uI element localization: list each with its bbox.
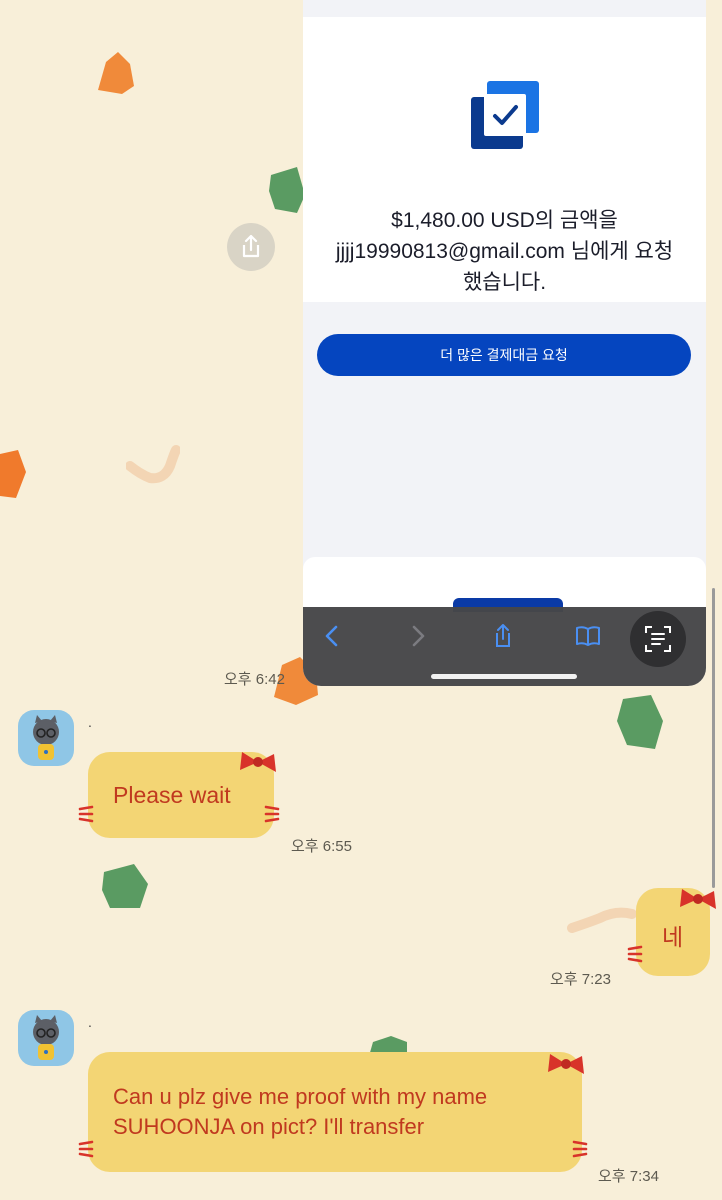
cat-character-icon [33, 1015, 59, 1060]
request-confirmation-card: $1,480.00 USD의 금액을 jjjj19990813@gmail.co… [303, 17, 706, 302]
forward-icon[interactable] [403, 621, 433, 651]
sender-name: . [88, 714, 92, 730]
paw-decoration [264, 805, 280, 823]
message-text-line1: Can u plz give me proof with my name [113, 1084, 488, 1109]
paw-decoration [572, 1140, 588, 1158]
back-icon[interactable] [317, 621, 347, 651]
request-amount-line: $1,480.00 USD의 금액을 [391, 209, 618, 232]
message-text-line2: SUHOONJA on pict? I'll transfer [113, 1114, 425, 1139]
green-blob-decoration [102, 864, 148, 908]
message-time: 오후 7:34 [598, 1168, 659, 1185]
share-icon[interactable] [488, 621, 518, 651]
request-email-line: jjjj19990813@gmail.com 님에게 요청 [335, 240, 674, 263]
green-blob-decoration [617, 695, 663, 749]
browser-toolbar [303, 607, 706, 686]
share-button[interactable] [227, 223, 275, 271]
message-time: 오후 6:42 [224, 671, 285, 688]
payment-request-screenshot-image[interactable]: $1,480.00 USD의 금액을 jjjj19990813@gmail.co… [303, 0, 706, 686]
incoming-message-bubble[interactable]: Can u plz give me proof with my name SUH… [88, 1052, 582, 1172]
orange-blob-decoration [0, 450, 26, 498]
message-time: 오후 6:55 [291, 838, 352, 855]
request-end-line: 했습니다. [462, 271, 547, 294]
avatar[interactable] [18, 1010, 74, 1066]
bookmarks-icon[interactable] [573, 621, 603, 651]
cat-character-icon [33, 715, 59, 760]
checkbox-document-icon [471, 81, 539, 149]
message-text: Please wait [113, 782, 231, 808]
bow-decoration [240, 752, 276, 772]
paw-decoration [78, 805, 94, 823]
sender-name: . [88, 1014, 92, 1030]
share-icon [242, 234, 260, 258]
bow-decoration [680, 889, 716, 909]
more-requests-button[interactable]: 더 많은 결제대금 요청 [317, 334, 691, 376]
worm-decoration [567, 907, 637, 933]
scrollbar[interactable] [712, 588, 715, 888]
avatar[interactable] [18, 710, 74, 766]
orange-blob-decoration [98, 52, 134, 94]
bow-decoration [548, 1054, 584, 1074]
message-text: 네 [662, 924, 684, 950]
message-time: 오후 7:23 [550, 971, 611, 988]
paw-decoration [78, 1140, 94, 1158]
text-scan-button[interactable] [630, 611, 686, 667]
text-scan-icon [645, 626, 671, 652]
worm-decoration [126, 445, 180, 484]
green-blob-decoration [269, 167, 305, 213]
home-indicator [431, 674, 577, 679]
paw-decoration [627, 945, 643, 963]
